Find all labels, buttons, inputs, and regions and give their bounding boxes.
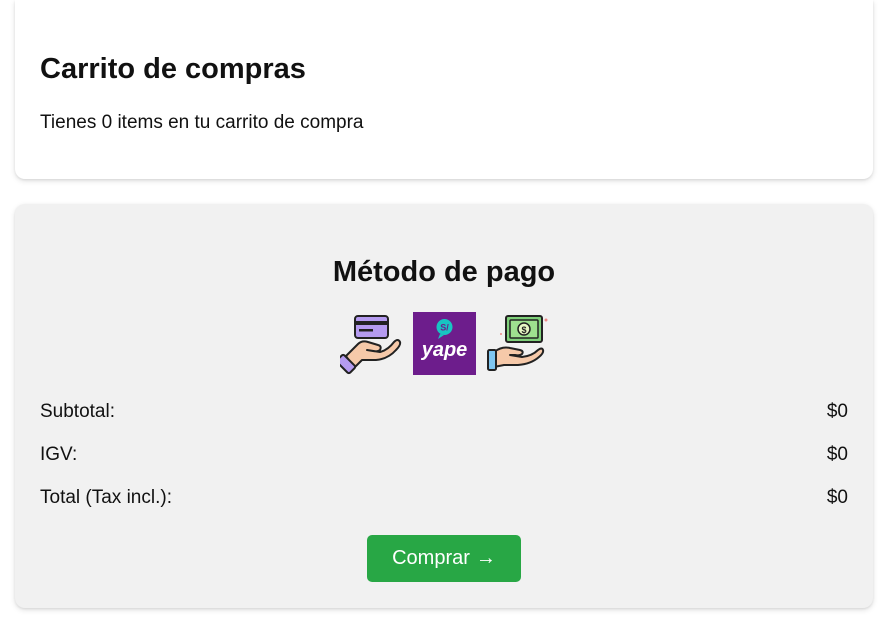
total-row: Total (Tax incl.): $0 xyxy=(40,486,848,510)
cash-in-hand-icon[interactable]: $ xyxy=(486,312,549,375)
subtotal-row: Subtotal: $0 xyxy=(40,400,848,424)
igv-label: IGV: xyxy=(40,444,78,465)
cart-title: Carrito de compras xyxy=(40,53,306,85)
igv-value: $0 xyxy=(826,444,848,465)
total-label: Total (Tax incl.): xyxy=(40,487,172,508)
subtotal-label: Subtotal: xyxy=(40,401,115,422)
total-value: $0 xyxy=(826,487,848,508)
subtotal-value: $0 xyxy=(826,401,848,422)
svg-text:$: $ xyxy=(521,325,526,335)
payment-title: Método de pago xyxy=(332,256,556,288)
card-in-hand-icon[interactable] xyxy=(339,312,403,375)
yape-badge-text: S/ xyxy=(440,323,449,333)
cart-card: Carrito de compras Tienes 0 items en tu … xyxy=(15,0,873,179)
yape-logo-icon[interactable]: S/ yape xyxy=(412,312,476,375)
arrow-right-icon: → xyxy=(475,547,496,569)
payment-card: Método de pago S/ yape $ Subtotal: $0 IG… xyxy=(15,204,873,608)
buy-button[interactable]: Comprar → xyxy=(367,535,521,582)
buy-button-label: Comprar xyxy=(392,547,470,569)
igv-row: IGV: $0 xyxy=(40,443,848,467)
cart-summary: Tienes 0 items en tu carrito de compra xyxy=(40,112,364,133)
payment-methods: S/ yape $ xyxy=(15,312,873,375)
yape-logo-text: yape xyxy=(420,339,467,361)
